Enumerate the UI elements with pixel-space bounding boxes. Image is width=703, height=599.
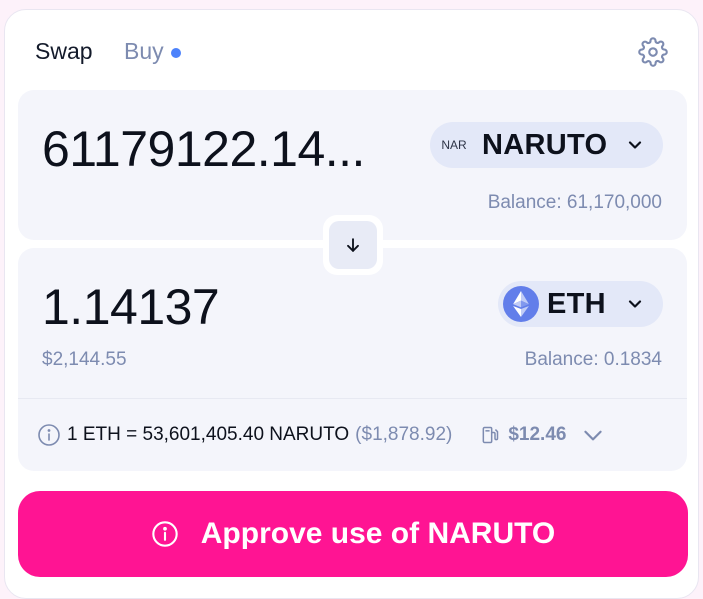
token-selector-naruto[interactable]: NAR NARUTO: [430, 122, 663, 168]
arrow-down-icon[interactable]: [329, 221, 377, 269]
output-amount[interactable]: 1.14137: [42, 278, 220, 336]
output-usd-value: $2,144.55: [42, 349, 127, 370]
swap-card: Swap Buy 61179122.14... NAR NARUTO Balan…: [4, 9, 699, 599]
approve-button[interactable]: Approve use of NARUTO: [18, 491, 688, 577]
exchange-rate: 1 ETH = 53,601,405.40 NARUTO: [67, 424, 350, 445]
token-symbol: NARUTO: [482, 128, 608, 161]
info-icon: [151, 520, 179, 548]
naruto-token-logo: NAR: [441, 138, 467, 152]
gas-fee: $12.46: [508, 424, 567, 445]
input-amount[interactable]: 61179122.14...: [42, 120, 365, 178]
approve-button-label: Approve use of NARUTO: [200, 517, 556, 550]
chevron-down-icon: [625, 135, 645, 155]
tab-buy[interactable]: Buy: [124, 38, 181, 65]
chevron-down-icon: [625, 294, 645, 314]
input-balance: Balance: 61,170,000: [487, 192, 662, 213]
chevron-down-icon[interactable]: [580, 422, 606, 448]
exchange-rate-usd: ($1,878.92): [355, 424, 453, 445]
gear-icon[interactable]: [637, 36, 669, 68]
gas-pump-icon: [480, 425, 500, 445]
rate-details-row[interactable]: 1 ETH = 53,601,405.40 NARUTO ($1,878.92)…: [18, 399, 687, 471]
buy-indicator-dot: [170, 47, 181, 58]
token-symbol: ETH: [547, 287, 606, 320]
tab-swap[interactable]: Swap: [35, 38, 93, 65]
output-panel: 1.14137 ETH $2,144.55 Balance: 0.1834 1 …: [18, 248, 687, 471]
token-selector-eth[interactable]: ETH: [498, 281, 663, 327]
swap-header: Swap Buy: [5, 10, 698, 90]
tab-buy-label: Buy: [124, 38, 164, 64]
switch-direction-button: [323, 215, 383, 275]
info-icon: [37, 423, 61, 447]
ethereum-icon: [503, 286, 539, 322]
output-balance: Balance: 0.1834: [524, 349, 662, 370]
